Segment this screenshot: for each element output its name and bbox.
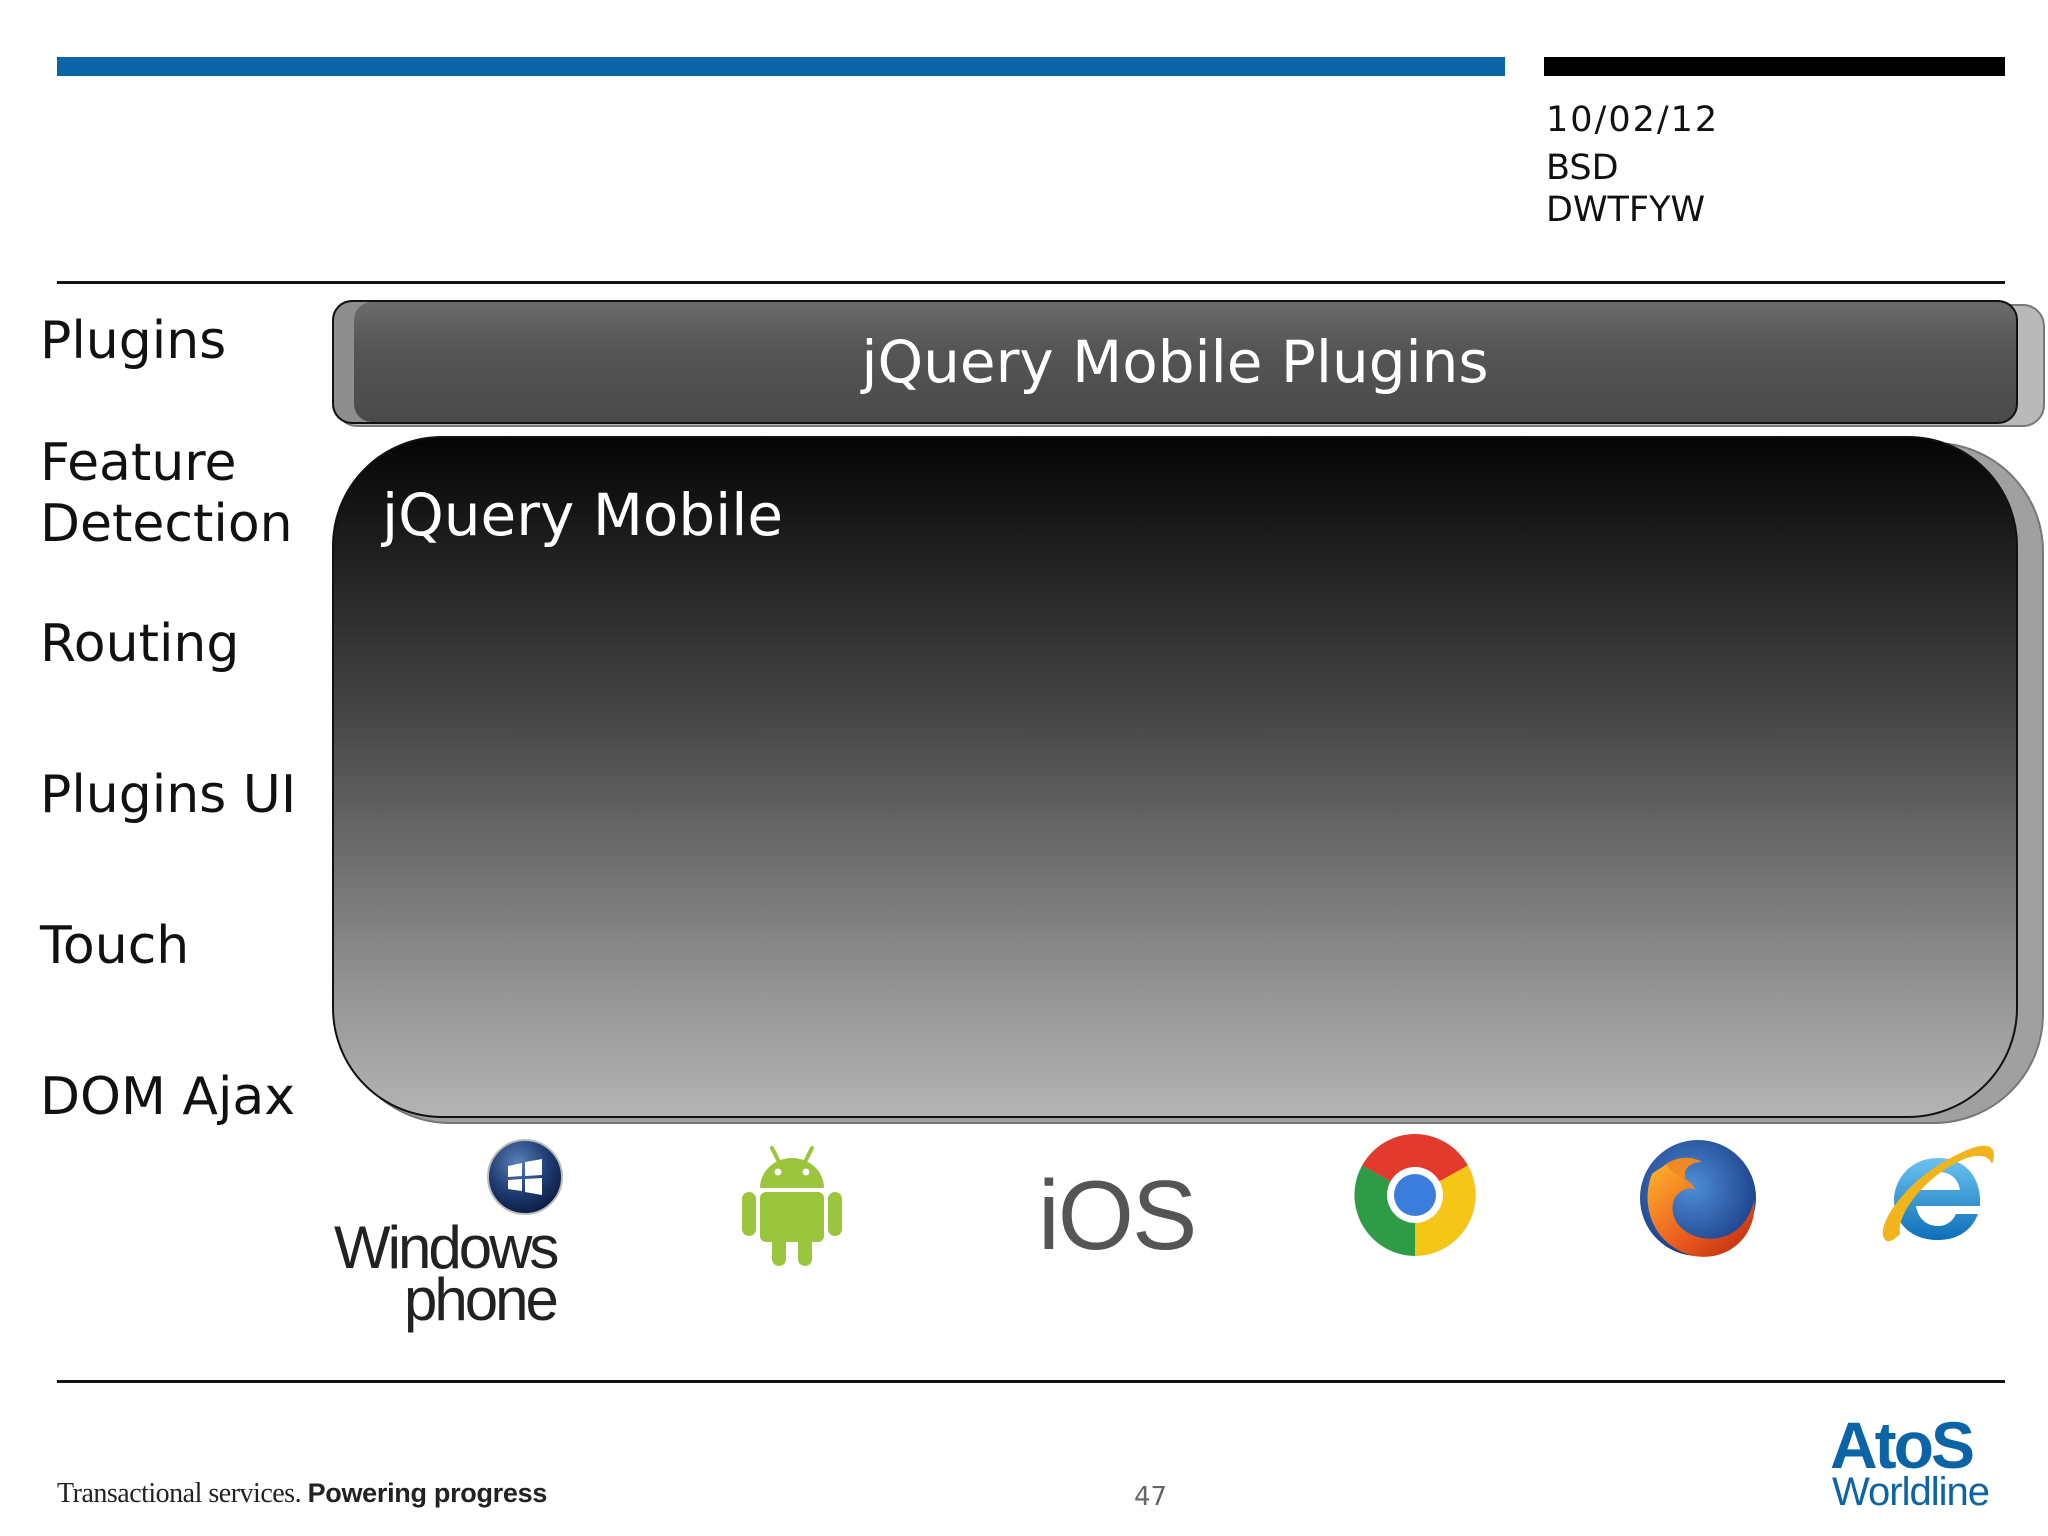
firefox-icon	[1632, 1134, 1762, 1264]
header-date: 10/02/12	[1546, 100, 1720, 140]
worldline-logo-text: Worldline	[1832, 1470, 1990, 1514]
layer-label-detection: Detection	[40, 494, 293, 554]
core-box-title: jQuery Mobile	[382, 481, 784, 549]
footer-tagline-bold: Powering progress	[307, 1478, 548, 1508]
layer-label-touch: Touch	[40, 916, 190, 976]
plugins-bar-title: jQuery Mobile Plugins	[861, 328, 1489, 396]
footer-tagline: Transactional services. Powering progres…	[57, 1478, 547, 1510]
atos-logo: AtoS	[1830, 1408, 1975, 1482]
page-number: 47	[1134, 1482, 1168, 1512]
ios-logo: iOS	[1038, 1160, 1197, 1270]
layer-label-dom-ajax: DOM Ajax	[40, 1067, 296, 1127]
header-line-1: BSD	[1546, 148, 1619, 188]
top-divider	[57, 281, 2005, 284]
header-black-bar	[1544, 57, 2005, 76]
layer-label-plugins: Plugins	[40, 311, 227, 371]
header-line-2: DWTFYW	[1546, 190, 1706, 230]
bottom-divider	[57, 1380, 2005, 1383]
chrome-icon	[1352, 1132, 1478, 1258]
layer-label-feature: Feature	[40, 433, 237, 493]
internet-explorer-icon	[1876, 1134, 1998, 1256]
windows-phone-icon	[486, 1138, 564, 1216]
windows-phone-wordmark-2: phone	[404, 1266, 559, 1333]
layer-label-plugins-ui: Plugins UI	[40, 765, 297, 825]
layer-label-routing: Routing	[40, 614, 240, 674]
footer-tagline-regular: Transactional services.	[57, 1478, 302, 1509]
android-icon	[738, 1142, 846, 1268]
header-accent-bar	[57, 57, 1505, 76]
